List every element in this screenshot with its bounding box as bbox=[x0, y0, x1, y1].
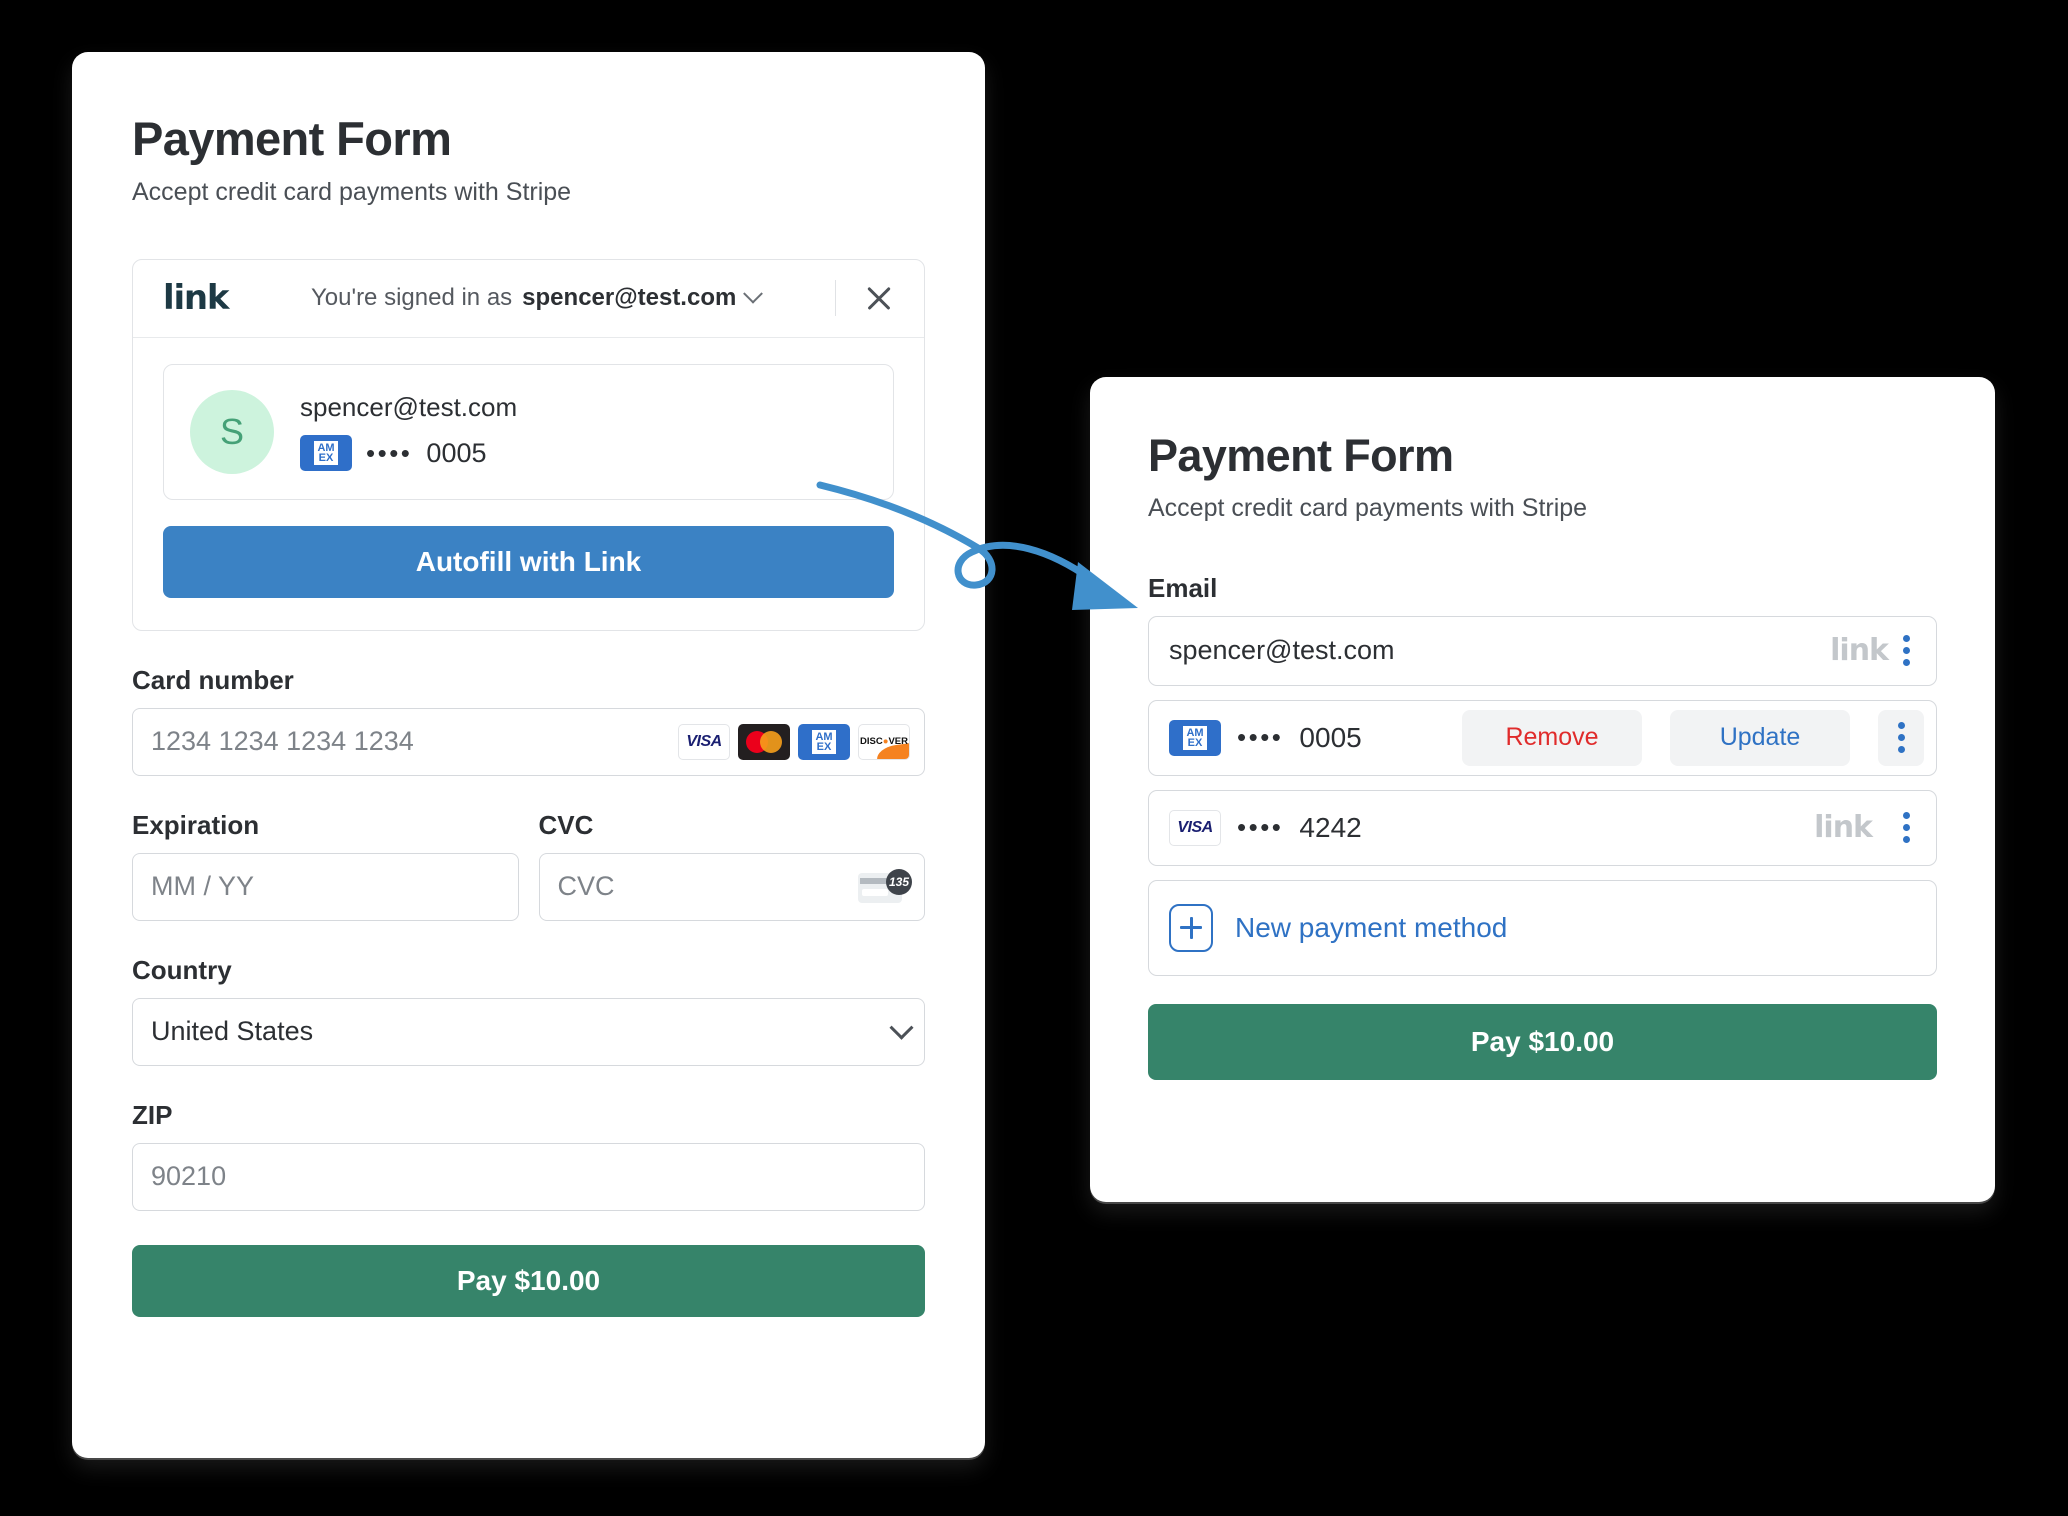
zip-label: ZIP bbox=[132, 1099, 173, 1130]
link-badge-icon: link bbox=[1814, 810, 1873, 846]
card-number-placeholder: 1234 1234 1234 1234 bbox=[151, 726, 414, 757]
avatar: S bbox=[190, 389, 274, 474]
pay-button[interactable]: Pay $10.00 bbox=[132, 1244, 925, 1317]
new-payment-method-button[interactable]: New payment method bbox=[1148, 879, 1937, 976]
chevron-down-icon[interactable] bbox=[889, 1015, 914, 1040]
pay-button[interactable]: Pay $10.00 bbox=[1148, 1003, 1937, 1080]
link-account-email: spencer@test.com bbox=[300, 392, 518, 423]
card-dots: •••• bbox=[1237, 722, 1284, 753]
expiration-placeholder: MM / YY bbox=[151, 871, 255, 902]
payment-form-card-left: Payment Form Accept credit card payments… bbox=[72, 52, 985, 1458]
card-brand-icons: VISA AM EX DISC●VER bbox=[678, 723, 910, 760]
page-subtitle: Accept credit card payments with Stripe bbox=[132, 177, 572, 206]
link-signed-in-status: You're signed in as spencer@test.com bbox=[246, 284, 825, 312]
page-subtitle: Accept credit card payments with Stripe bbox=[1148, 493, 1588, 522]
cvc-hint-icon-wrap: 135 bbox=[858, 868, 912, 905]
new-payment-method-label: New payment method bbox=[1235, 911, 1508, 943]
expiration-label: Expiration bbox=[132, 809, 260, 840]
more-options-icon[interactable] bbox=[1878, 709, 1924, 766]
card-dots: •••• bbox=[1237, 812, 1284, 843]
discover-icon: DISC●VER bbox=[858, 723, 910, 760]
link-panel-header: link You're signed in as spencer@test.co… bbox=[133, 260, 924, 338]
card-number-input[interactable]: 1234 1234 1234 1234 VISA AM EX DISC●VER bbox=[132, 707, 925, 776]
payment-method-row[interactable]: AM EX •••• 0005 Remove Update bbox=[1148, 699, 1937, 776]
cvc-label: CVC bbox=[538, 809, 594, 840]
page-title: Payment Form bbox=[1148, 430, 1454, 481]
card-last4: 4242 bbox=[1299, 811, 1362, 843]
cvc-placeholder: CVC bbox=[557, 871, 615, 902]
cvc-badge-number: 135 bbox=[886, 868, 912, 895]
country-label: Country bbox=[132, 954, 232, 985]
close-icon[interactable] bbox=[862, 281, 896, 315]
expiration-group: Expiration MM / YY bbox=[132, 776, 519, 921]
link-account-row[interactable]: S spencer@test.com AM EX •••• 0005 bbox=[163, 363, 894, 500]
signed-in-email: spencer@test.com bbox=[522, 284, 737, 312]
zip-input[interactable]: 90210 bbox=[132, 1142, 925, 1211]
payment-method-row[interactable]: VISA •••• 4242 link bbox=[1148, 789, 1937, 866]
page-title: Payment Form bbox=[132, 112, 452, 165]
link-account-details: spencer@test.com AM EX •••• 0005 bbox=[300, 392, 518, 472]
update-button[interactable]: Update bbox=[1670, 709, 1850, 766]
payment-form-card-right: Payment Form Accept credit card payments… bbox=[1090, 377, 1995, 1202]
country-chevron-wrap bbox=[889, 1015, 914, 1040]
amex-icon: AM EX bbox=[1169, 719, 1221, 756]
zip-placeholder: 90210 bbox=[151, 1161, 227, 1192]
visa-icon: VISA bbox=[678, 723, 730, 760]
plus-icon bbox=[1169, 903, 1213, 952]
cvc-group: CVC CVC 135 bbox=[538, 776, 925, 921]
email-value: spencer@test.com bbox=[1169, 635, 1395, 666]
expiry-cvc-row: Expiration MM / YY CVC CVC 135 bbox=[132, 776, 925, 921]
link-panel: link You're signed in as spencer@test.co… bbox=[132, 258, 925, 631]
amex-icon: AM EX bbox=[300, 435, 352, 472]
cvc-input[interactable]: CVC 135 bbox=[538, 852, 925, 921]
more-options-icon[interactable] bbox=[1888, 631, 1924, 671]
visa-icon: VISA bbox=[1169, 809, 1221, 846]
signed-in-prefix: You're signed in as bbox=[310, 284, 513, 312]
amex-icon: AM EX bbox=[798, 723, 850, 760]
more-options-icon[interactable] bbox=[1888, 808, 1924, 848]
link-badge-icon: link bbox=[1830, 633, 1889, 669]
link-panel-body: S spencer@test.com AM EX •••• 0005 Autofi… bbox=[133, 338, 924, 630]
link-logo: link bbox=[163, 278, 230, 319]
email-field[interactable]: spencer@test.com link bbox=[1148, 615, 1937, 686]
divider bbox=[835, 280, 836, 317]
autofill-with-link-button[interactable]: Autofill with Link bbox=[163, 525, 894, 598]
country-value: United States bbox=[151, 1016, 314, 1047]
card-dots: •••• bbox=[366, 437, 413, 468]
chevron-down-icon[interactable] bbox=[743, 284, 764, 304]
card-number-label: Card number bbox=[132, 664, 294, 695]
country-select[interactable]: United States bbox=[132, 997, 925, 1066]
remove-button[interactable]: Remove bbox=[1462, 709, 1642, 766]
card-last4: 0005 bbox=[1299, 721, 1362, 753]
cvc-card-icon: 135 bbox=[858, 868, 912, 905]
mastercard-icon bbox=[738, 723, 790, 760]
email-label: Email bbox=[1148, 572, 1218, 603]
link-account-card: AM EX •••• 0005 bbox=[300, 435, 517, 472]
screenshot-stage: Payment Form Accept credit card payments… bbox=[0, 0, 2068, 1516]
expiration-input[interactable]: MM / YY bbox=[132, 852, 519, 921]
card-last4: 0005 bbox=[426, 437, 487, 468]
